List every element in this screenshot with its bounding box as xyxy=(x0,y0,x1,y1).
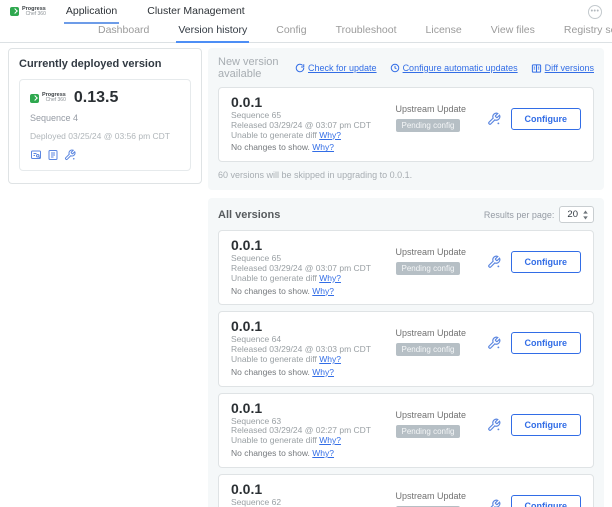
version-source-label: Upstream Update xyxy=(396,104,487,114)
deployed-version-card: Progress Chef 360 0.13.5 Sequence 4 Depl… xyxy=(19,79,191,171)
version-number: 0.0.1 xyxy=(231,400,396,417)
version-row: 0.0.1 Sequence 63 Released 03/29/24 @ 02… xyxy=(218,393,594,468)
configure-button[interactable]: Configure xyxy=(511,332,582,354)
results-per-page-select[interactable]: 20 xyxy=(559,206,594,223)
brand-product: Chef 360 xyxy=(22,12,46,17)
tab-application[interactable]: Application xyxy=(64,0,119,24)
all-versions-section: All versions Results per page: 20 0.0.1 … xyxy=(208,198,604,507)
version-row: 0.0.1 Sequence 62 Released 03/29/24 @ 02… xyxy=(218,474,594,507)
configure-button[interactable]: Configure xyxy=(511,108,582,130)
all-versions-title: All versions xyxy=(218,209,280,221)
changes-why-link[interactable]: Why? xyxy=(312,367,334,377)
auto-update-icon xyxy=(390,63,400,73)
diff-status-line: Unable to generate diff Why? xyxy=(231,436,396,446)
new-version-title: New version available xyxy=(218,56,295,80)
diff-status-line: Unable to generate diff Why? xyxy=(231,355,396,365)
edit-config-icon[interactable] xyxy=(487,499,501,507)
version-row: 0.0.1 Sequence 64 Released 03/29/24 @ 03… xyxy=(218,311,594,386)
configure-automatic-updates-link[interactable]: Configure automatic updates xyxy=(390,63,518,73)
subnav-dashboard[interactable]: Dashboard xyxy=(96,24,151,43)
subnav-registry-settings[interactable]: Registry settings xyxy=(562,24,612,43)
deployed-brand-product: Chef 360 xyxy=(42,98,66,103)
ellipsis-menu-icon[interactable]: ••• xyxy=(588,5,602,19)
deployed-sequence: Sequence 4 xyxy=(30,113,180,123)
version-source-label: Upstream Update xyxy=(396,247,487,257)
subnav-troubleshoot[interactable]: Troubleshoot xyxy=(334,24,399,43)
version-row: 0.0.1 Sequence 65 Released 03/29/24 @ 03… xyxy=(218,230,594,305)
diff-status-line: Unable to generate diff Why? xyxy=(231,274,396,284)
diff-why-link[interactable]: Why? xyxy=(319,435,341,445)
configure-button[interactable]: Configure xyxy=(511,414,582,436)
config-icon[interactable] xyxy=(47,149,59,161)
edit-config-icon[interactable] xyxy=(487,255,501,269)
diff-icon xyxy=(531,63,542,74)
currently-deployed-title: Currently deployed version xyxy=(19,58,191,70)
changes-status-line: No changes to show. Why? xyxy=(231,287,396,297)
diff-why-link[interactable]: Why? xyxy=(319,354,341,364)
tab-cluster-management[interactable]: Cluster Management xyxy=(145,0,246,24)
configure-button[interactable]: Configure xyxy=(511,495,582,507)
version-row: 0.0.1 Sequence 65 Released 03/29/24 @ 03… xyxy=(218,87,594,162)
currently-deployed-card: Currently deployed version Progress Chef… xyxy=(8,48,202,184)
status-badge: Pending config xyxy=(396,119,461,132)
version-number: 0.0.1 xyxy=(231,318,396,335)
changes-status-line: No changes to show. Why? xyxy=(231,368,396,378)
changes-why-link[interactable]: Why? xyxy=(312,142,334,152)
progress-logo-icon xyxy=(10,7,19,16)
progress-logo-icon xyxy=(30,94,39,103)
top-bar: Progress Chef 360 Application Cluster Ma… xyxy=(0,0,612,23)
changes-status-line: No changes to show. Why? xyxy=(231,449,396,459)
subnav-license[interactable]: License xyxy=(424,24,464,43)
stepper-arrows-icon xyxy=(582,210,589,220)
subnav-view-files[interactable]: View files xyxy=(489,24,537,43)
subnav-version-history[interactable]: Version history xyxy=(176,24,249,43)
subnav-config[interactable]: Config xyxy=(274,24,308,43)
diff-why-link[interactable]: Why? xyxy=(319,130,341,140)
skipped-versions-note: 60 versions will be skipped in upgrading… xyxy=(218,170,594,182)
deployed-version-number: 0.13.5 xyxy=(74,89,118,107)
diff-status-line: Unable to generate diff Why? xyxy=(231,131,396,141)
app-subnav: Dashboard Version history Config Trouble… xyxy=(0,23,612,43)
diff-versions-link[interactable]: Diff versions xyxy=(531,63,594,74)
edit-config-icon[interactable] xyxy=(487,418,501,432)
version-source-label: Upstream Update xyxy=(396,491,487,501)
changes-status-line: No changes to show. Why? xyxy=(231,143,396,153)
version-number: 0.0.1 xyxy=(231,237,396,254)
refresh-icon xyxy=(295,63,305,73)
edit-config-icon[interactable] xyxy=(487,112,501,126)
results-per-page-label: Results per page: xyxy=(484,210,555,220)
status-badge: Pending config xyxy=(396,343,461,356)
changes-why-link[interactable]: Why? xyxy=(312,448,334,458)
edit-config-icon[interactable] xyxy=(64,149,76,161)
changes-why-link[interactable]: Why? xyxy=(312,286,334,296)
version-source-label: Upstream Update xyxy=(396,410,487,420)
edit-config-icon[interactable] xyxy=(487,336,501,350)
configure-button[interactable]: Configure xyxy=(511,251,582,273)
diff-why-link[interactable]: Why? xyxy=(319,273,341,283)
deployed-app-logo: Progress Chef 360 xyxy=(30,93,66,103)
status-badge: Pending config xyxy=(396,262,461,275)
version-sequence: Sequence 62 xyxy=(231,498,396,507)
release-notes-icon[interactable] xyxy=(30,149,42,161)
check-for-update-link[interactable]: Check for update xyxy=(295,63,377,73)
version-number: 0.0.1 xyxy=(231,481,396,498)
new-version-section: New version available Check for update C… xyxy=(208,48,604,190)
deployed-timestamp: Deployed 03/25/24 @ 03:56 pm CDT xyxy=(30,131,180,141)
version-source-label: Upstream Update xyxy=(396,328,487,338)
status-badge: Pending config xyxy=(396,425,461,438)
version-number: 0.0.1 xyxy=(231,94,396,111)
app-logo: Progress Chef 360 xyxy=(10,7,46,17)
